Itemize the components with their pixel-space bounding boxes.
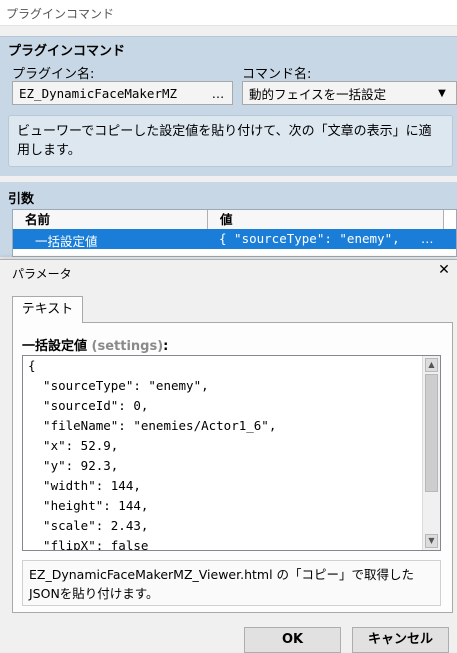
parameter-label-colon: : [163, 339, 169, 354]
code-line: { [28, 358, 36, 373]
json-text-content: { "sourceType": "enemy", "sourceId": 0, … [28, 356, 423, 550]
code-line: "sourceId": 0, [28, 398, 149, 413]
arguments-heading: 引数 [8, 192, 35, 207]
command-name-value: 動的フェイスを一括設定 [249, 86, 387, 102]
window-title: プラグインコマンド [6, 7, 115, 21]
plugin-command-heading: プラグインコマンド [8, 44, 126, 59]
code-line: "x": 52.9, [28, 438, 119, 453]
parameter-label: 一括設定値 (settings): [22, 335, 168, 354]
scroll-up-button[interactable]: ▲ [425, 358, 438, 372]
argument-name-cell: 一括設定値 [35, 234, 98, 249]
parameter-label-key: (settings) [91, 339, 164, 354]
scrollbar-thumb[interactable] [425, 374, 438, 492]
table-row[interactable]: 一括設定値 { "sourceType": "enemy", … [13, 229, 456, 249]
command-name-label: コマンド名: [242, 67, 312, 82]
command-name-dropdown[interactable]: 動的フェイスを一括設定 ▼ [242, 81, 457, 105]
column-header-value[interactable]: 値 [208, 210, 444, 229]
code-line: "width": 144, [28, 478, 141, 493]
command-description-text: ビューワーでコピーした設定値を貼り付けて、次の「文章の表示」に適用します。 [17, 124, 432, 158]
code-line: "flipX": false [28, 538, 149, 550]
argument-more-button[interactable]: … [421, 231, 434, 246]
parameter-help-text: EZ_DynamicFaceMakerMZ_Viewer.html の「コピー」… [29, 567, 415, 601]
code-line: "height": 144, [28, 498, 149, 513]
json-text-area[interactable]: { "sourceType": "enemy", "sourceId": 0, … [22, 355, 441, 551]
vertical-scrollbar[interactable]: ▲ ▼ [422, 356, 440, 550]
code-line: "scale": 2.43, [28, 518, 149, 533]
code-line: "y": 92.3, [28, 458, 119, 473]
parameter-label-name: 一括設定値 [22, 339, 88, 354]
ok-button[interactable]: OK [244, 627, 341, 653]
arguments-table: 名前 値 一括設定値 { "sourceType": "enemy", … [12, 209, 457, 257]
plugin-name-field[interactable]: EZ_DynamicFaceMakerMZ … [12, 81, 233, 105]
code-line: "sourceType": "enemy", [28, 378, 209, 393]
argument-value-cell: { "sourceType": "enemy", [219, 231, 400, 246]
plugin-browse-button[interactable]: … [210, 86, 226, 101]
close-icon[interactable]: ✕ [436, 262, 452, 280]
cancel-button[interactable]: キャンセル [352, 627, 449, 653]
scroll-down-button[interactable]: ▼ [425, 534, 438, 548]
tab-text[interactable]: テキスト [12, 296, 83, 323]
parameter-help: EZ_DynamicFaceMakerMZ_Viewer.html の「コピー」… [22, 560, 441, 606]
code-line: "fileName": "enemies/Actor1_6", [28, 418, 277, 433]
chevron-down-icon[interactable]: ▼ [434, 88, 450, 99]
plugin-name-value: EZ_DynamicFaceMakerMZ [19, 85, 178, 101]
dialog-title: パラメータ [12, 267, 72, 281]
column-header-name[interactable]: 名前 [13, 210, 208, 229]
plugin-name-label: プラグイン名: [12, 67, 95, 82]
parameter-dialog: パラメータ ✕ テキスト 一括設定値 (settings): { "source… [0, 259, 457, 653]
command-description: ビューワーでコピーした設定値を貼り付けて、次の「文章の表示」に適用します。 [8, 115, 453, 167]
